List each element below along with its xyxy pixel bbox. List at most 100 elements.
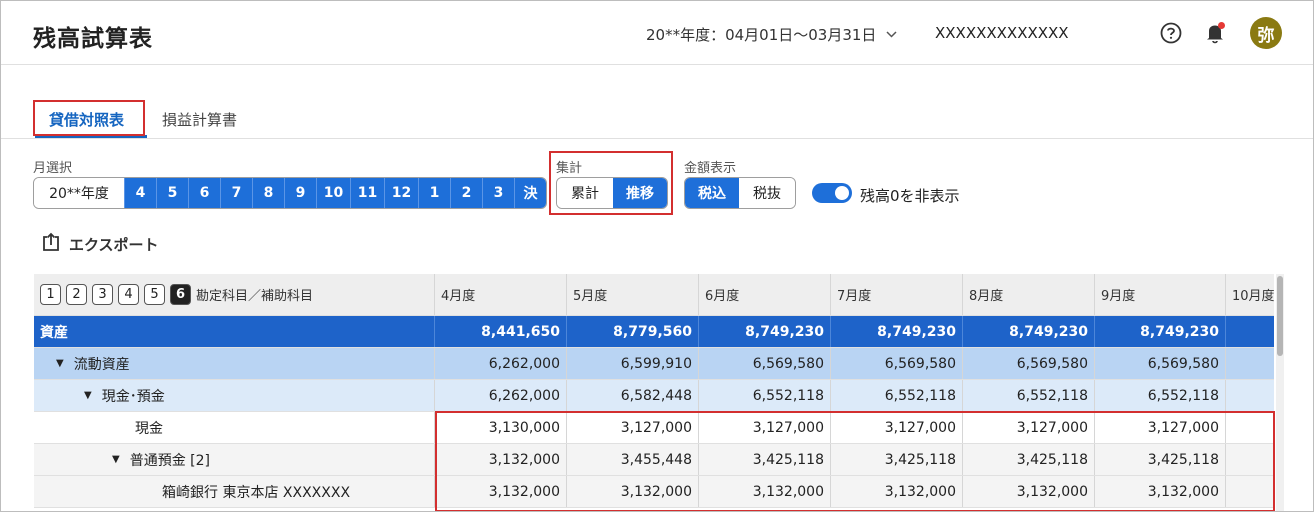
month-option-11[interactable]: 11	[350, 178, 384, 208]
month-option-9[interactable]: 9	[284, 178, 316, 208]
month-option-2[interactable]: 2	[450, 178, 482, 208]
account-column-header: 勘定科目／補助科目	[196, 289, 314, 304]
account-name: 現金･預金	[101, 388, 165, 405]
active-tab-indicator	[35, 135, 147, 138]
column-header-oct: 10月度	[1232, 289, 1274, 304]
company-name[interactable]: XXXXXXXXXXXXX	[935, 24, 1069, 42]
value-cell: 8,749,230	[1095, 316, 1226, 347]
amount-display-selector: 税込 税抜	[684, 177, 796, 209]
scrollbar-thumb[interactable]	[1277, 276, 1283, 356]
table-header-row: 1 2 3 4 5 6 勘定科目／補助科目 4月度 5月度 6月度 7月度 8月…	[34, 274, 1274, 316]
month-option-settlement[interactable]: 決	[514, 178, 546, 208]
month-select-label: 月選択	[33, 161, 73, 176]
value-cell: 3,132,000	[435, 476, 567, 507]
account-name: 流動資産	[73, 356, 130, 373]
month-option-4[interactable]: 4	[124, 178, 156, 208]
value-cell: 8,749,230	[699, 316, 831, 347]
level-button-3[interactable]: 3	[92, 284, 113, 305]
value-cell: 6,569,580	[963, 348, 1095, 379]
account-name-cell: 箱崎銀行 東京本店 XXXXXXX	[34, 476, 435, 507]
value-cell: 3,127,000	[567, 412, 699, 443]
collapse-caret-icon[interactable]: ▼	[56, 358, 64, 369]
bell-icon[interactable]	[1203, 21, 1227, 45]
app-window: 残高試算表 20**年度：04月01日〜03月31日 XXXXXXXXXXXXX…	[0, 0, 1314, 512]
notification-dot	[1218, 22, 1225, 29]
collapse-caret-icon[interactable]: ▼	[84, 390, 92, 401]
value-cell: 6,552,118	[699, 380, 831, 411]
month-option-3[interactable]: 3	[482, 178, 514, 208]
table-row-cash-deposits[interactable]: ▼ 現金･預金 6,262,000 6,582,448 6,552,118 6,…	[34, 380, 1274, 412]
export-button[interactable]: エクスポート	[41, 232, 159, 256]
chevron-down-icon	[886, 28, 897, 41]
table-scrollbar[interactable]	[1276, 274, 1284, 511]
month-option-10[interactable]: 10	[316, 178, 350, 208]
aggregation-selector: 累計 推移	[556, 177, 668, 209]
aggregation-label: 集計	[556, 161, 583, 176]
help-circle-icon[interactable]	[1159, 21, 1183, 45]
value-cell: 3,425,118	[963, 444, 1095, 475]
account-name: 普通預金 [2]	[129, 452, 210, 469]
period-label: 20**年度：04月01日〜03月31日	[646, 26, 877, 44]
table-row-current-assets[interactable]: ▼ 流動資産 6,262,000 6,599,910 6,569,580 6,5…	[34, 348, 1274, 380]
value-cell: 3,132,000	[1095, 476, 1226, 507]
month-option-7[interactable]: 7	[220, 178, 252, 208]
value-cell: 3,425,118	[699, 444, 831, 475]
value-cell: 3,127,000	[831, 412, 963, 443]
value-cell: 8,749,230	[831, 316, 963, 347]
value-cell: 3,132,000	[567, 476, 699, 507]
account-name-cell: ▼ 流動資産	[34, 348, 435, 379]
value-cell: 3,455,448	[567, 444, 699, 475]
account-name: 現金	[135, 420, 163, 437]
column-header-sep: 9月度	[1095, 274, 1226, 315]
value-cell: 8,749,230	[963, 316, 1095, 347]
month-option-6[interactable]: 6	[188, 178, 220, 208]
month-option-1[interactable]: 1	[418, 178, 450, 208]
account-name: 箱崎銀行 東京本店 XXXXXXX	[162, 484, 351, 501]
level-header-cell: 1 2 3 4 5 6 勘定科目／補助科目	[34, 274, 435, 315]
column-header-apr: 4月度	[435, 274, 567, 315]
month-option-12[interactable]: 12	[384, 178, 418, 208]
table-row-bank-account[interactable]: 箱崎銀行 東京本店 XXXXXXX 3,132,000 3,132,000 3,…	[34, 476, 1274, 508]
tax-excluded-option[interactable]: 税抜	[739, 178, 795, 208]
tab-profit-loss[interactable]: 損益計算書	[162, 109, 237, 130]
export-icon	[41, 232, 61, 256]
tax-included-option[interactable]: 税込	[685, 178, 739, 208]
value-cell	[1226, 412, 1274, 443]
aggregation-cumulative-option[interactable]: 累計	[557, 178, 613, 208]
column-header-may: 5月度	[567, 274, 699, 315]
tab-balance-sheet[interactable]: 貸借対照表	[49, 109, 124, 130]
month-option-5[interactable]: 5	[156, 178, 188, 208]
account-name-cell: ▼ 普通預金 [2]	[34, 444, 435, 475]
level-button-5[interactable]: 5	[144, 284, 165, 305]
value-cell: 3,425,118	[1095, 444, 1226, 475]
level-button-2[interactable]: 2	[66, 284, 87, 305]
level-button-1[interactable]: 1	[40, 284, 61, 305]
account-name: 資産	[40, 324, 68, 341]
app-header: 残高試算表 20**年度：04月01日〜03月31日 XXXXXXXXXXXXX…	[1, 1, 1313, 65]
value-cell	[1226, 444, 1274, 475]
value-cell: 3,127,000	[699, 412, 831, 443]
aggregation-trend-option[interactable]: 推移	[613, 178, 667, 208]
value-cell: 3,132,000	[435, 444, 567, 475]
toggle-knob	[835, 186, 849, 200]
level-button-6[interactable]: 6	[170, 284, 191, 305]
month-selector: 20**年度 4 5 6 7 8 9 10 11 12 1 2 3 決	[33, 177, 547, 209]
trial-balance-table: 1 2 3 4 5 6 勘定科目／補助科目 4月度 5月度 6月度 7月度 8月…	[34, 274, 1274, 511]
month-option-8[interactable]: 8	[252, 178, 284, 208]
month-option-year[interactable]: 20**年度	[34, 178, 124, 208]
value-cell: 6,552,118	[963, 380, 1095, 411]
level-button-4[interactable]: 4	[118, 284, 139, 305]
value-cell: 6,552,118	[831, 380, 963, 411]
table-row-assets[interactable]: 資産 8,441,650 8,779,560 8,749,230 8,749,2…	[34, 316, 1274, 348]
collapse-caret-icon[interactable]: ▼	[112, 454, 120, 465]
hide-zero-label: 残高0を非表示	[860, 187, 960, 205]
value-cell: 8,779,560	[567, 316, 699, 347]
table-row-cash[interactable]: 現金 3,130,000 3,127,000 3,127,000 3,127,0…	[34, 412, 1274, 444]
table-row-ordinary-deposit[interactable]: ▼ 普通預金 [2] 3,132,000 3,455,448 3,425,118…	[34, 444, 1274, 476]
period-selector[interactable]: 20**年度：04月01日〜03月31日	[646, 24, 897, 45]
value-cell: 3,127,000	[963, 412, 1095, 443]
value-cell: 3,132,000	[963, 476, 1095, 507]
avatar[interactable]: 弥	[1250, 17, 1282, 49]
value-cell: 8,441,650	[435, 316, 567, 347]
hide-zero-toggle[interactable]	[812, 183, 852, 203]
